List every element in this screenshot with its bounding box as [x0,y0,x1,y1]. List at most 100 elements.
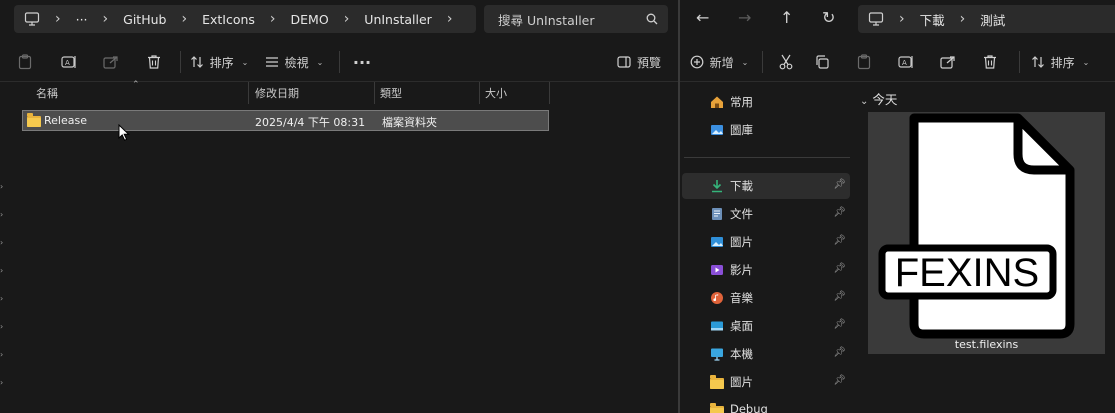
sidebar-item-this-pc[interactable]: 本機 📌︎ [682,341,850,367]
sidebar-item-debug[interactable]: Debug [682,397,850,413]
address-bar[interactable]: › ··· › GitHub › ExtIcons › DEMO › UnIns… [14,5,476,33]
sidebar-item-label: 文件 [730,207,753,221]
sidebar-item-label: 圖片 [730,235,753,249]
toolbar-bottom-border [680,81,1115,82]
sidebar-item-label: 本機 [730,347,753,361]
sort-icon [190,56,203,68]
sidebar-item-label: 下載 [730,179,753,193]
chevron-right-icon: › [0,350,4,359]
sidebar-item-pictures[interactable]: 圖片 📌︎ [682,229,850,255]
sidebar-item-downloads[interactable]: 下載 📌︎ [682,173,850,199]
pin-icon[interactable]: 📌︎ [833,179,846,190]
download-icon [712,180,722,193]
copy-icon [816,55,829,69]
delete-button[interactable] [969,47,1011,77]
sort-ascending-icon: ⌃ [132,80,140,90]
cut-button[interactable] [771,47,801,77]
more-options-button[interactable]: ··· [350,47,374,77]
pin-icon[interactable]: 📌︎ [833,291,846,302]
sort-icon [1031,56,1044,68]
sidebar-item-home[interactable]: 常用 [682,89,850,115]
up-arrow-icon[interactable]: ↑ [780,8,793,27]
column-name[interactable]: 名稱 ⌃ [22,80,249,104]
copy-button[interactable] [801,47,843,77]
breadcrumb-uninstaller[interactable]: UnInstaller [364,12,432,27]
view-icon [265,57,278,67]
column-header: 名稱 ⌃ 修改日期 類型 大小 [22,80,550,104]
paste-button[interactable] [0,47,50,77]
toolbar-divider [1019,51,1020,73]
breadcrumb-downloads[interactable]: 下載 [920,10,945,29]
pin-icon[interactable]: 📌︎ [833,263,846,274]
paste-button[interactable] [843,47,885,77]
breadcrumb-chevron-icon[interactable]: › [447,11,453,27]
rename-icon: A [61,56,76,68]
folder-icon [710,375,724,389]
column-type[interactable]: 類型 [375,82,480,104]
breadcrumb-separator: › [55,11,61,27]
new-button[interactable]: 新增 ⌄ [684,47,754,77]
sidebar-item-label: 影片 [730,263,753,277]
group-header-today[interactable]: ⌄ 今天 [860,89,897,108]
breadcrumb-exticons[interactable]: ExtIcons [202,12,255,27]
sidebar-item-pictures-folder[interactable]: 圖片 📌︎ [682,369,850,395]
this-pc-icon [868,12,884,26]
breadcrumb-demo[interactable]: DEMO [291,12,329,27]
this-pc-icon [24,12,40,26]
breadcrumb-separator: › [102,11,109,27]
toolbar-divider [339,51,340,73]
chevron-down-icon: ⌄ [316,57,324,67]
command-bar: 新增 ⌄ A 排序 ⌄ [680,44,1115,80]
address-bar[interactable]: › 下載 › 測試 [858,5,1115,33]
sidebar-item-desktop[interactable]: 桌面 📌︎ [682,313,850,339]
pictures-icon [711,237,723,247]
column-modified[interactable]: 修改日期 [249,82,375,104]
share-button[interactable] [88,47,134,77]
svg-text:A: A [902,59,907,67]
view-button[interactable]: 檢視 ⌄ [259,47,329,77]
back-arrow-icon[interactable]: ← [696,8,709,27]
pin-icon[interactable]: 📌︎ [833,347,846,358]
column-size[interactable]: 大小 [480,82,550,104]
file-tile-selected[interactable]: FEXINS test.filexins [868,112,1105,354]
breadcrumb-separator: › [181,11,188,27]
sidebar-item-label: 常用 [730,95,753,109]
breadcrumb-separator: › [343,11,350,27]
pin-icon[interactable]: 📌︎ [833,375,846,386]
sidebar-item-label: 音樂 [730,291,753,305]
sidebar-item-documents[interactable]: 文件 📌︎ [682,201,850,227]
sidebar-item-gallery[interactable]: 圖庫 [682,117,850,143]
sidebar-item-music[interactable]: 音樂 📌︎ [682,285,850,311]
pin-icon[interactable]: 📌︎ [833,235,846,246]
share-button[interactable] [927,47,969,77]
chevron-right-icon: › [0,294,4,303]
svg-text:A: A [65,59,70,67]
breadcrumb-github[interactable]: GitHub [123,12,166,27]
pin-icon[interactable]: 📌︎ [833,319,846,330]
refresh-icon[interactable]: ↻ [822,8,835,27]
sort-label: 排序 [209,55,234,70]
trash-icon [984,55,996,69]
preview-pane-button[interactable]: 預覽 [614,47,664,77]
forward-arrow-icon[interactable]: → [738,8,751,27]
pin-icon[interactable]: 📌︎ [833,207,846,218]
chevron-right-icon: › [0,266,4,275]
toolbar-divider [180,51,181,73]
scissors-icon [779,54,793,70]
mouse-cursor-icon [118,124,130,141]
breadcrumb-test[interactable]: 測試 [980,10,1005,29]
sort-button[interactable]: 排序 ⌄ [187,47,251,77]
rename-button[interactable]: A [50,47,88,77]
breadcrumb-overflow[interactable]: ··· [76,12,88,27]
group-header-label: 今天 [872,92,898,107]
rename-button[interactable]: A [885,47,927,77]
search-placeholder: 搜尋 UnInstaller [498,12,595,28]
rename-icon: A [898,56,913,68]
document-icon [712,208,722,220]
file-row-selected[interactable]: Release 2025/4/4 下午 08:31 檔案資料夾 [22,110,549,131]
sort-button[interactable]: 排序 ⌄ [1028,47,1092,77]
search-box[interactable]: 搜尋 UnInstaller [484,5,668,33]
delete-button[interactable] [134,47,174,77]
sidebar-item-videos[interactable]: 影片 📌︎ [682,257,850,283]
sidebar-item-label: Debug [730,402,768,413]
